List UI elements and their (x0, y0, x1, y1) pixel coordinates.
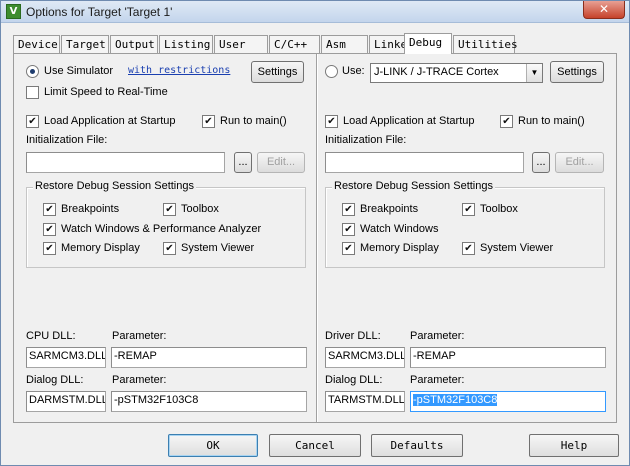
load-app-checkbox-right[interactable]: ✔ (325, 115, 338, 128)
selected-param-text: -pSTM32F103C8 (413, 394, 498, 406)
chevron-down-icon[interactable]: ▼ (526, 64, 542, 82)
cpu-dll-input[interactable]: SARMCM3.DLL (26, 347, 106, 368)
defaults-button[interactable]: Defaults (371, 434, 463, 457)
watch-windows-checkbox-right[interactable]: ✔ (342, 223, 355, 236)
driver-param-label: Parameter: (410, 330, 465, 342)
breakpoints-label: Breakpoints (61, 203, 120, 215)
init-file-browse-button-right[interactable]: ... (532, 152, 550, 173)
tab-listing[interactable]: Listing (159, 35, 213, 53)
cpu-param-input[interactable]: -REMAP (111, 347, 307, 368)
use-debugger-label: Use: (342, 65, 365, 77)
memory-display-checkbox-right[interactable]: ✔ (342, 242, 355, 255)
toolbox-checkbox[interactable]: ✔ (163, 203, 176, 216)
restore-settings-group: Restore Debug Session Settings ✔ Breakpo… (26, 180, 306, 268)
memory-display-checkbox[interactable]: ✔ (43, 242, 56, 255)
system-viewer-checkbox-right[interactable]: ✔ (462, 242, 475, 255)
driver-param-input[interactable]: -REMAP (410, 347, 606, 368)
driver-dll-input[interactable]: SARMCM3.DLL (325, 347, 405, 368)
ok-button[interactable]: OK (168, 434, 258, 457)
tab-debug[interactable]: Debug (404, 33, 452, 54)
app-icon: V (6, 4, 21, 19)
use-debugger-radio[interactable] (325, 65, 338, 78)
toolbox-label-right: Toolbox (480, 203, 518, 215)
memory-display-label: Memory Display (61, 242, 140, 254)
init-file-edit-button[interactable]: Edit... (257, 152, 305, 173)
system-viewer-checkbox[interactable]: ✔ (163, 242, 176, 255)
restore-group-label-right: Restore Debug Session Settings (332, 180, 495, 192)
breakpoints-checkbox[interactable]: ✔ (43, 203, 56, 216)
run-to-main-checkbox[interactable]: ✔ (202, 115, 215, 128)
window-title: Options for Target 'Target 1' (26, 5, 173, 19)
load-app-checkbox[interactable]: ✔ (26, 115, 39, 128)
breakpoints-label-right: Breakpoints (360, 203, 419, 215)
watch-windows-label-right: Watch Windows (360, 223, 439, 235)
watch-windows-checkbox[interactable]: ✔ (43, 223, 56, 236)
init-file-label-right: Initialization File: (325, 134, 407, 146)
debug-tab-panel: Use Simulator with restrictions Settings… (13, 53, 617, 423)
driver-dll-label: Driver DLL: (325, 330, 381, 342)
system-viewer-label-right: System Viewer (480, 242, 554, 254)
run-to-main-checkbox-right[interactable]: ✔ (500, 115, 513, 128)
watch-windows-label: Watch Windows & Performance Analyzer (61, 223, 262, 235)
run-to-main-label-right: Run to main() (518, 115, 585, 127)
toolbox-checkbox-right[interactable]: ✔ (462, 203, 475, 216)
debugger-settings-button[interactable]: Settings (550, 61, 604, 83)
init-file-edit-button-right[interactable]: Edit... (555, 152, 604, 173)
restore-settings-group-right: Restore Debug Session Settings ✔ Breakpo… (325, 180, 605, 268)
dialog-param-input-right[interactable]: -pSTM32F103C8 (410, 391, 606, 412)
dialog-dll-label-right: Dialog DLL: (325, 374, 383, 386)
load-app-label-right: Load Application at Startup (343, 115, 475, 127)
cpu-param-label: Parameter: (112, 330, 167, 342)
limit-speed-checkbox[interactable] (26, 86, 39, 99)
use-simulator-label: Use Simulator (44, 65, 114, 77)
cpu-dll-label: CPU DLL: (26, 330, 76, 342)
use-simulator-radio[interactable] (26, 65, 39, 78)
debugger-select-value: J-LINK / J-TRACE Cortex (374, 66, 499, 78)
init-file-input[interactable] (26, 152, 225, 173)
dialog-param-label-right: Parameter: (410, 374, 465, 386)
init-file-label: Initialization File: (26, 134, 108, 146)
dialog-param-label: Parameter: (112, 374, 167, 386)
dialog-param-input[interactable]: -pSTM32F103C8 (111, 391, 307, 412)
restrictions-link[interactable]: with restrictions (128, 65, 230, 76)
init-file-browse-button[interactable]: ... (234, 152, 252, 173)
panel-divider (316, 54, 317, 422)
tab-utilities[interactable]: Utilities (453, 35, 518, 53)
title-bar[interactable]: V Options for Target 'Target 1' ✕ (1, 1, 629, 23)
system-viewer-label: System Viewer (181, 242, 255, 254)
run-to-main-label: Run to main() (220, 115, 287, 127)
cancel-button[interactable]: Cancel (269, 434, 361, 457)
tab-user[interactable]: User (214, 35, 268, 53)
tab-target[interactable]: Target (61, 35, 109, 53)
dialog-dll-label: Dialog DLL: (26, 374, 84, 386)
help-button[interactable]: Help (529, 434, 619, 457)
options-dialog: V Options for Target 'Target 1' ✕ Device… (0, 0, 630, 466)
tab-output[interactable]: Output (110, 35, 158, 53)
init-file-input-right[interactable] (325, 152, 524, 173)
toolbox-label: Toolbox (181, 203, 219, 215)
restore-group-label: Restore Debug Session Settings (33, 180, 196, 192)
simulator-settings-button[interactable]: Settings (251, 61, 304, 83)
tab-device[interactable]: Device (13, 35, 60, 53)
breakpoints-checkbox-right[interactable]: ✔ (342, 203, 355, 216)
tab-asm[interactable]: Asm (321, 35, 368, 53)
limit-speed-label: Limit Speed to Real-Time (44, 86, 168, 98)
dialog-dll-input[interactable]: DARMSTM.DLL (26, 391, 106, 412)
load-app-label: Load Application at Startup (44, 115, 176, 127)
debugger-select[interactable]: J-LINK / J-TRACE Cortex ▼ (370, 63, 543, 83)
tab-c-cpp[interactable]: C/C++ (269, 35, 320, 53)
memory-display-label-right: Memory Display (360, 242, 439, 254)
dialog-dll-input-right[interactable]: TARMSTM.DLL (325, 391, 405, 412)
close-button[interactable]: ✕ (583, 1, 625, 19)
